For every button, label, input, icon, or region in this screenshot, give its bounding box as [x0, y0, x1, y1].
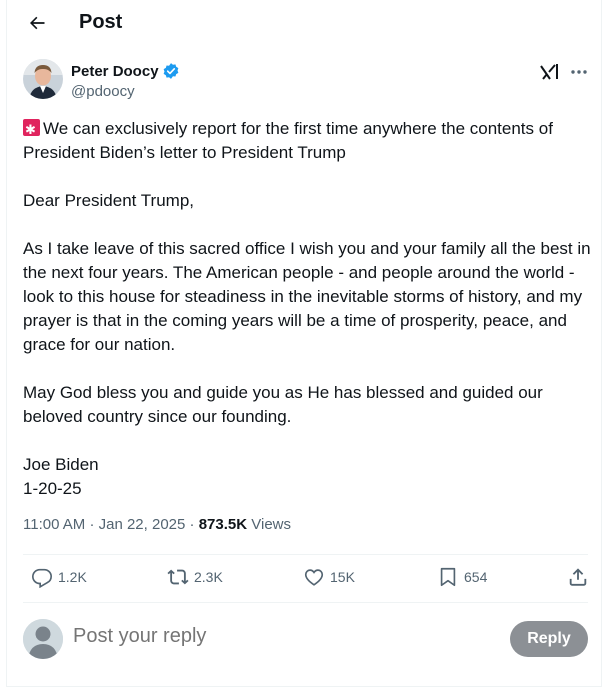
current-user-avatar[interactable]: [23, 619, 63, 659]
more-options-button[interactable]: [568, 61, 590, 83]
post-detail-view: Post Peter Doocy @pdoocy We can: [6, 0, 602, 687]
grok-icon: [540, 64, 558, 80]
share-icon: [569, 568, 587, 586]
author-name[interactable]: Peter Doocy: [71, 62, 180, 80]
page-title: Post: [79, 11, 123, 33]
like-button[interactable]: 15K: [303, 566, 355, 588]
author-name-text: Peter Doocy: [71, 62, 159, 80]
back-arrow-icon: [30, 16, 45, 30]
siren-emoji-icon: [23, 118, 40, 142]
avatar[interactable]: [23, 59, 63, 99]
post-time[interactable]: 11:00 AM: [23, 516, 85, 533]
like-icon: [304, 569, 324, 586]
divider: [23, 554, 588, 555]
repost-icon: [167, 569, 189, 585]
post-paragraph: May God bless you and guide you as He ha…: [23, 383, 543, 426]
reply-button[interactable]: 1.2K: [31, 566, 87, 588]
post-date[interactable]: Jan 22, 2025: [99, 516, 186, 533]
grok-button[interactable]: [539, 61, 561, 83]
reply-icon: [32, 568, 52, 588]
meta-separator: ·: [189, 516, 195, 533]
bookmark-icon: [440, 567, 456, 587]
meta-separator: ·: [89, 516, 95, 533]
verified-badge-icon: [162, 62, 180, 80]
share-button[interactable]: [567, 566, 589, 588]
reply-composer: Reply: [23, 612, 588, 666]
post-paragraph: Dear President Trump,: [23, 191, 195, 210]
post-paragraph: We can exclusively report for the first …: [23, 117, 593, 165]
post-signature: Joe Biden: [23, 455, 99, 474]
reply-input[interactable]: [73, 625, 453, 648]
like-count: 15K: [330, 569, 355, 585]
post-meta: 11:00 AM · Jan 22, 2025 · 873.5K Views: [23, 516, 291, 533]
views-label: Views: [251, 516, 291, 533]
bookmark-button[interactable]: 654: [437, 566, 487, 588]
views-count: 873.5K: [198, 516, 248, 533]
back-button[interactable]: [23, 9, 51, 37]
reply-count: 1.2K: [58, 569, 87, 585]
author-handle[interactable]: @pdoocy: [71, 83, 135, 100]
post-paragraph: As I take leave of this sacred office I …: [23, 239, 591, 354]
more-icon: [571, 70, 587, 74]
reply-submit-button[interactable]: Reply: [510, 621, 588, 657]
repost-button[interactable]: 2.3K: [167, 566, 223, 588]
header: Post: [7, 0, 601, 46]
bookmark-count: 654: [464, 569, 488, 585]
divider: [23, 602, 588, 603]
repost-count: 2.3K: [194, 569, 223, 585]
action-bar: 1.2K 2.3K 15K 654: [23, 556, 588, 602]
post-text: We can exclusively report for the first …: [23, 117, 593, 501]
post-signature-date: 1-20-25: [23, 479, 82, 498]
